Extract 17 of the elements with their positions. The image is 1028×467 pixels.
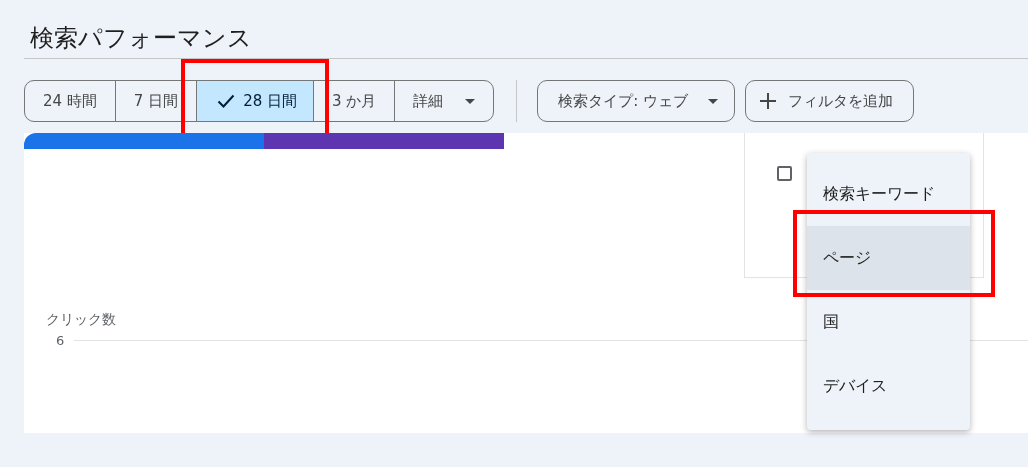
menu-item[interactable]: ページ xyxy=(807,226,970,290)
checkbox[interactable] xyxy=(777,166,792,181)
page-title: 検索パフォーマンス xyxy=(30,23,253,54)
menu-item[interactable]: 検索キーワード xyxy=(807,162,970,226)
axis-label: クリック数 xyxy=(46,311,116,329)
search-type-chip[interactable]: 検索タイプ: ウェブ xyxy=(537,80,736,122)
date-range-button[interactable]: 28 日間 xyxy=(196,81,314,121)
menu-item[interactable]: 国 xyxy=(807,290,970,354)
date-range-button[interactable]: 詳細 xyxy=(394,81,494,121)
add-filter-chip[interactable]: フィルタを追加 xyxy=(745,80,915,122)
plus-icon xyxy=(760,93,777,109)
menu-item[interactable]: デバイス xyxy=(807,354,970,418)
check-icon xyxy=(217,94,236,108)
dropdown-arrow-icon xyxy=(708,98,719,104)
axis-tick-label: 6 xyxy=(56,333,65,348)
date-range-button[interactable]: 24 時間 xyxy=(25,81,115,121)
date-range-button[interactable]: 3 か月 xyxy=(313,81,395,121)
